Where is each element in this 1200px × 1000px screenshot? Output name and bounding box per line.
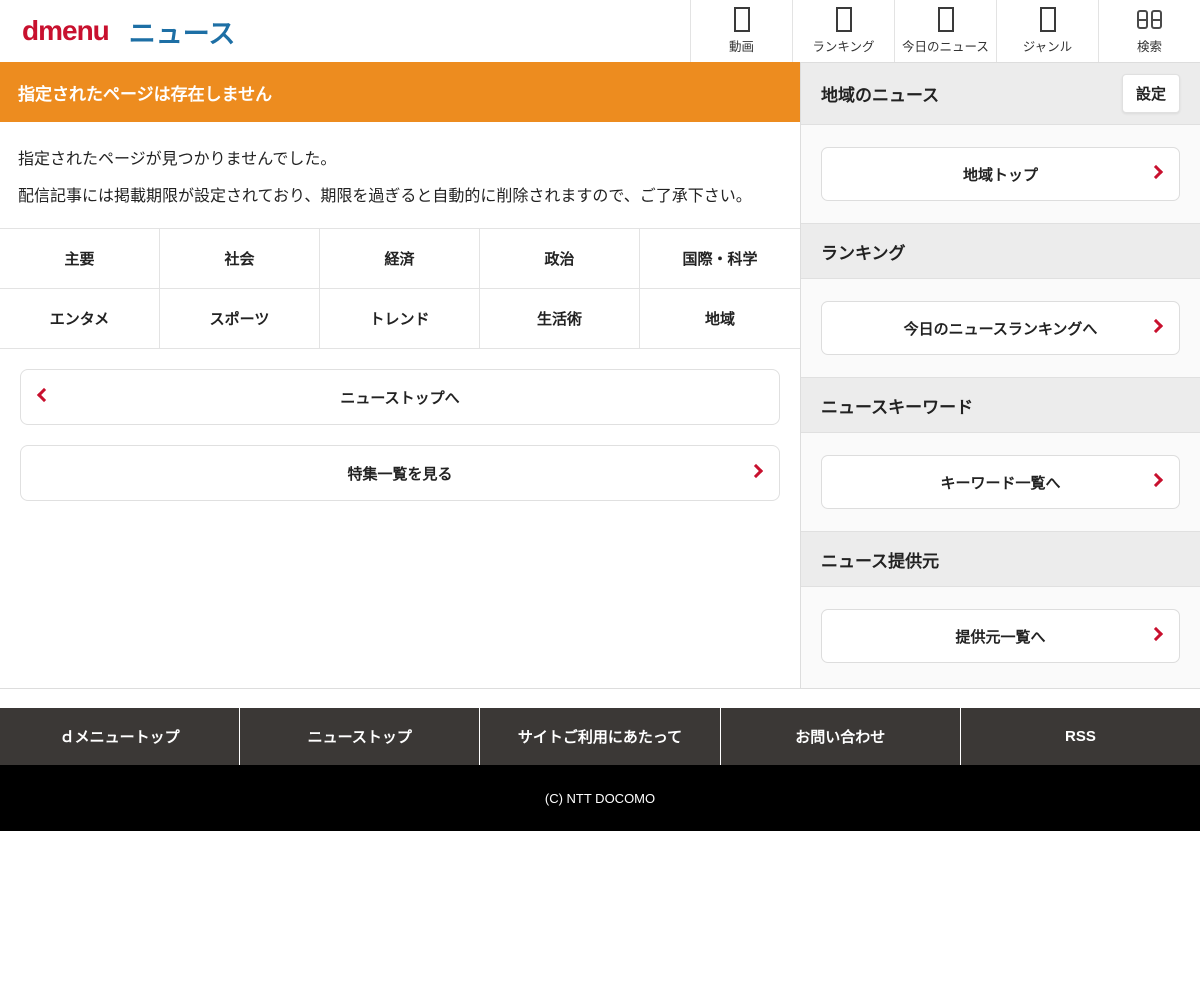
footer-link-dmenu-top[interactable]: ｄメニュートップ xyxy=(0,708,239,765)
footer-link-rss[interactable]: RSS xyxy=(960,708,1200,765)
nav-label: 動画 xyxy=(729,36,754,55)
footer-navigation: ｄメニュートップ ニューストップ サイトご利用にあたって お問い合わせ RSS xyxy=(0,708,1200,765)
region-top-button-label: 地域トップ xyxy=(963,164,1038,185)
video-icon xyxy=(734,7,750,32)
nav-item-ranking[interactable]: ランキング xyxy=(792,0,894,62)
category-lifestyle[interactable]: 生活術 xyxy=(480,288,640,348)
sidebar-section-keywords: キーワード一覧へ xyxy=(801,433,1200,531)
nav-item-search[interactable]: 検索 xyxy=(1098,0,1200,62)
dmenu-news-logo[interactable]: dmenu ニュース xyxy=(0,0,235,62)
sidebar-header-keywords: ニュースキーワード xyxy=(801,377,1200,433)
today-news-icon xyxy=(938,7,954,32)
nav-item-today-news[interactable]: 今日のニュース xyxy=(894,0,996,62)
chevron-left-icon xyxy=(37,388,51,402)
chevron-right-icon xyxy=(749,464,763,478)
footer-link-news-top[interactable]: ニューストップ xyxy=(239,708,479,765)
category-sports[interactable]: スポーツ xyxy=(160,288,320,348)
sidebar-section-ranking: 今日のニュースランキングへ xyxy=(801,279,1200,377)
main-content: 指定されたページは存在しません 指定されたページが見つかりませんでした。 配信記… xyxy=(0,62,800,688)
category-trend[interactable]: トレンド xyxy=(320,288,480,348)
news-top-button-label: ニューストップへ xyxy=(340,387,459,408)
error-message: 指定されたページが見つかりませんでした。 配信記事には掲載期限が設定されており、… xyxy=(0,122,800,228)
error-message-line2: 配信記事には掲載期限が設定されており、期限を過ぎると自動的に削除されますので、ご… xyxy=(18,178,782,215)
sidebar-header-label: ニュースキーワード xyxy=(821,393,973,418)
chevron-right-icon xyxy=(1149,473,1163,487)
today-news-ranking-button[interactable]: 今日のニュースランキングへ xyxy=(821,301,1180,355)
error-banner-title: 指定されたページは存在しません xyxy=(18,80,272,105)
error-banner: 指定されたページは存在しません xyxy=(0,62,800,122)
copyright-bar: (C) NTT DOCOMO xyxy=(0,765,1200,831)
sidebar-header-providers: ニュース提供元 xyxy=(801,531,1200,587)
genre-icon xyxy=(1040,7,1056,32)
nav-label: 今日のニュース xyxy=(902,36,989,55)
sidebar: 地域のニュース 設定 地域トップ ランキング 今日のニュースランキングへ ニュー xyxy=(800,62,1200,688)
chevron-right-icon xyxy=(1149,319,1163,333)
category-world-science[interactable]: 国際・科学 xyxy=(640,228,800,288)
nav-label: ジャンル xyxy=(1023,36,1072,55)
category-politics[interactable]: 政治 xyxy=(480,228,640,288)
news-logo-text: ニュース xyxy=(129,12,236,51)
today-news-ranking-button-label: 今日のニュースランキングへ xyxy=(904,318,1098,339)
keyword-list-button[interactable]: キーワード一覧へ xyxy=(821,455,1180,509)
sidebar-header-ranking: ランキング xyxy=(801,223,1200,279)
nav-label: 検索 xyxy=(1137,36,1162,55)
dmenu-logo-text: dmenu xyxy=(22,15,109,47)
category-main[interactable]: 主要 xyxy=(0,228,160,288)
top-navigation: 動画 ランキング 今日のニュース ジャンル 検索 xyxy=(690,0,1200,62)
category-entertainment[interactable]: エンタメ xyxy=(0,288,160,348)
top-header: dmenu ニュース 動画 ランキング 今日のニュース ジャンル xyxy=(0,0,1200,62)
provider-list-button-label: 提供元一覧へ xyxy=(955,626,1045,647)
provider-list-button[interactable]: 提供元一覧へ xyxy=(821,609,1180,663)
nav-item-genre[interactable]: ジャンル xyxy=(996,0,1098,62)
category-economy[interactable]: 経済 xyxy=(320,228,480,288)
keyword-list-button-label: キーワード一覧へ xyxy=(940,472,1060,493)
sidebar-section-providers: 提供元一覧へ xyxy=(801,587,1200,685)
error-message-line1: 指定されたページが見つかりませんでした。 xyxy=(18,141,782,178)
sidebar-header-label: 地域のニュース xyxy=(821,81,939,106)
sidebar-header-region-news: 地域のニュース 設定 xyxy=(801,63,1200,125)
nav-label: ランキング xyxy=(812,36,874,55)
chevron-right-icon xyxy=(1149,165,1163,179)
footer: ｄメニュートップ ニューストップ サイトご利用にあたって お問い合わせ RSS … xyxy=(0,708,1200,831)
page: dmenu ニュース 動画 ランキング 今日のニュース ジャンル xyxy=(0,0,1200,831)
copyright-text: (C) NTT DOCOMO xyxy=(545,791,655,806)
sidebar-header-label: ランキング xyxy=(821,239,906,264)
nav-item-video[interactable]: 動画 xyxy=(690,0,792,62)
ranking-icon xyxy=(836,7,852,32)
footer-link-contact[interactable]: お問い合わせ xyxy=(720,708,960,765)
feature-list-button[interactable]: 特集一覧を見る xyxy=(20,445,780,501)
footer-link-site-usage[interactable]: サイトご利用にあたって xyxy=(479,708,719,765)
region-top-button[interactable]: 地域トップ xyxy=(821,147,1180,201)
category-grid: 主要 社会 経済 政治 国際・科学 エンタメ スポーツ トレンド 生活術 地域 xyxy=(0,228,800,349)
feature-list-button-label: 特集一覧を見る xyxy=(347,463,452,484)
category-society[interactable]: 社会 xyxy=(160,228,320,288)
search-icon xyxy=(1137,7,1162,32)
category-region[interactable]: 地域 xyxy=(640,288,800,348)
sidebar-section-region: 地域トップ xyxy=(801,125,1200,223)
news-top-button[interactable]: ニューストップへ xyxy=(20,369,780,425)
sidebar-header-label: ニュース提供元 xyxy=(821,547,939,572)
chevron-right-icon xyxy=(1149,627,1163,641)
content-row: 指定されたページは存在しません 指定されたページが見つかりませんでした。 配信記… xyxy=(0,62,1200,689)
region-settings-button[interactable]: 設定 xyxy=(1122,74,1180,113)
